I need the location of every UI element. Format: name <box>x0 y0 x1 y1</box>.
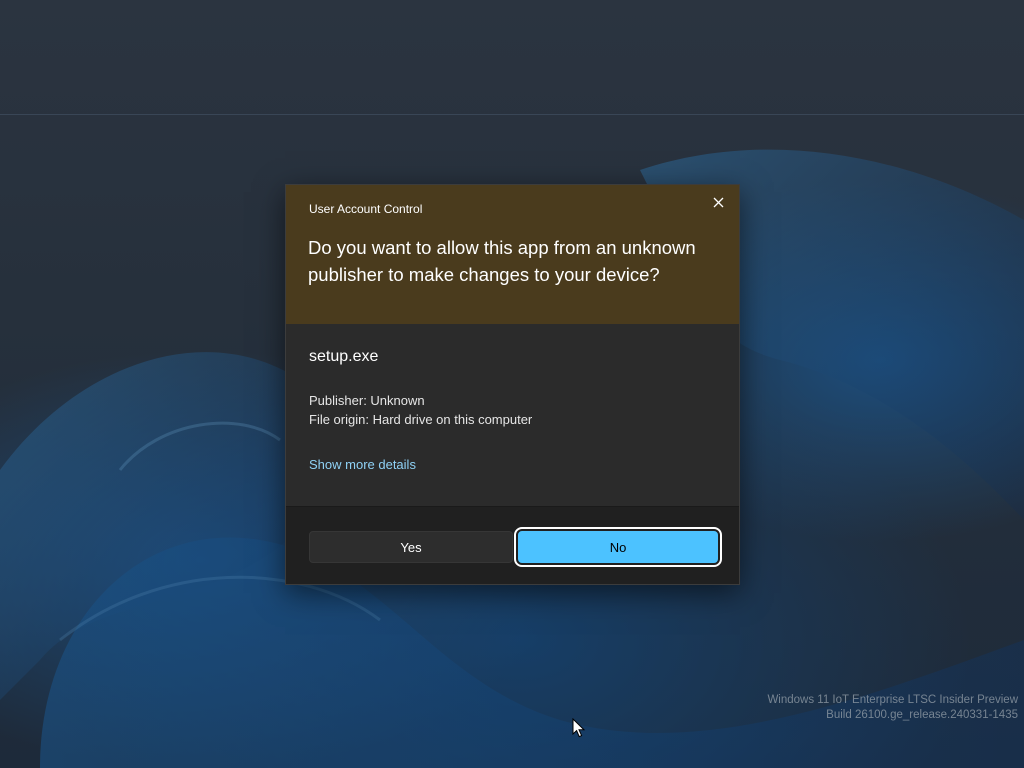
dialog-header: User Account Control Do you want to allo… <box>286 185 739 324</box>
app-name: setup.exe <box>309 348 379 365</box>
file-origin-text: File origin: Hard drive on this computer <box>309 412 533 427</box>
build-watermark: Windows 11 IoT Enterprise LTSC Insider P… <box>767 693 1018 723</box>
mouse-pointer-icon <box>572 718 586 738</box>
close-button[interactable] <box>703 189 733 215</box>
dialog-question: Do you want to allow this app from an un… <box>308 237 696 285</box>
dialog-caption: User Account Control <box>309 202 423 216</box>
uac-dialog: User Account Control Do you want to allo… <box>285 184 740 585</box>
watermark-build: Build 26100.ge_release.240331-1435 <box>826 709 1018 721</box>
watermark-edition: Windows 11 IoT Enterprise LTSC Insider P… <box>767 694 1018 706</box>
dialog-body: setup.exe Publisher: Unknown File origin… <box>286 324 739 506</box>
top-divider-line <box>0 114 1024 115</box>
yes-button[interactable]: Yes <box>309 531 513 563</box>
app-details: Publisher: Unknown File origin: Hard dri… <box>309 391 532 429</box>
dialog-footer: Yes No <box>286 506 739 584</box>
show-more-details-link[interactable]: Show more details <box>309 457 416 472</box>
publisher-text: Publisher: Unknown <box>309 393 425 408</box>
close-icon <box>713 197 723 207</box>
no-button[interactable]: No <box>514 527 722 567</box>
